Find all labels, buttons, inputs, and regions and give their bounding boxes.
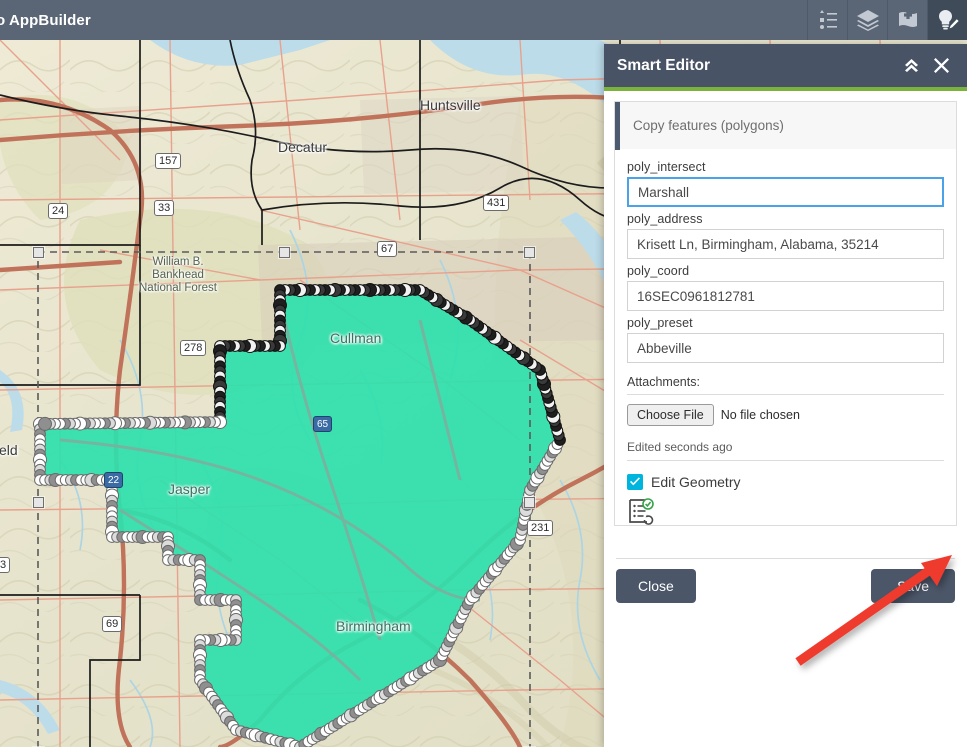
choose-file-button[interactable]: Choose File bbox=[627, 404, 714, 426]
copy-features-item[interactable]: Copy features (polygons) bbox=[614, 101, 957, 150]
close-icon bbox=[933, 58, 949, 73]
edit-geometry-label: Edit Geometry bbox=[651, 474, 741, 490]
attachments-section: Attachments: Choose File No file chosen bbox=[615, 365, 956, 426]
save-button[interactable]: Save bbox=[871, 569, 955, 603]
panel-body: Copy features (polygons) poly_intersect … bbox=[604, 91, 967, 747]
poly-coord-input[interactable] bbox=[627, 281, 944, 311]
selection-handle-nw[interactable] bbox=[33, 247, 44, 258]
top-toolbar: o AppBuilder bbox=[0, 0, 967, 40]
edit-attributes-button[interactable] bbox=[627, 497, 655, 525]
basemap-gallery-icon bbox=[898, 11, 917, 27]
panel-header: Smart Editor bbox=[604, 44, 967, 87]
field-label-poly-coord: poly_coord bbox=[627, 264, 690, 278]
checkmark-icon bbox=[630, 477, 640, 486]
layer-list-button[interactable] bbox=[847, 0, 887, 40]
selection-handle-n[interactable] bbox=[279, 247, 290, 258]
field-label-poly-address: poly_address bbox=[627, 212, 703, 226]
selection-handle-w[interactable] bbox=[33, 497, 44, 508]
layers-icon bbox=[856, 10, 879, 31]
panel-collapse-button[interactable] bbox=[898, 53, 924, 79]
smart-editor-icon bbox=[938, 10, 959, 30]
panel-title: Smart Editor bbox=[617, 56, 711, 74]
no-file-chosen-label: No file chosen bbox=[720, 408, 800, 422]
field-list: poly_intersect poly_address poly_coord p… bbox=[615, 149, 956, 365]
smart-editor-panel: Smart Editor Copy features (polygons) po… bbox=[604, 44, 967, 747]
attachments-title: Attachments: bbox=[627, 375, 944, 395]
poly-intersect-input[interactable] bbox=[627, 177, 944, 207]
app-title: o AppBuilder bbox=[0, 11, 91, 29]
field-label-poly-intersect: poly_intersect bbox=[627, 160, 706, 174]
app-root: Huntsville Decatur Cullman Jasper Birmin… bbox=[0, 0, 967, 747]
poly-address-input[interactable] bbox=[627, 229, 944, 259]
panel-close-button[interactable] bbox=[928, 53, 954, 79]
attribute-form: poly_intersect poly_address poly_coord p… bbox=[614, 149, 957, 526]
poly-preset-input[interactable] bbox=[627, 333, 944, 363]
selection-handle-ne[interactable] bbox=[524, 247, 535, 258]
footer-divider bbox=[616, 558, 955, 559]
panel-footer: Close Save bbox=[604, 558, 967, 603]
selection-handle-e[interactable] bbox=[524, 497, 535, 508]
basemap-gallery-button[interactable] bbox=[887, 0, 927, 40]
smart-editor-button[interactable] bbox=[927, 0, 967, 40]
close-button[interactable]: Close bbox=[616, 569, 696, 603]
legend-icon bbox=[819, 10, 837, 29]
field-label-poly-preset: poly_preset bbox=[627, 316, 693, 330]
edited-timestamp: Edited seconds ago bbox=[627, 440, 944, 461]
edit-attributes-icon bbox=[629, 498, 654, 525]
edit-geometry-checkbox[interactable] bbox=[627, 474, 643, 490]
legend-button[interactable] bbox=[807, 0, 847, 40]
edit-geometry-row[interactable]: Edit Geometry bbox=[627, 474, 944, 490]
file-picker-row: Choose File No file chosen bbox=[627, 404, 944, 426]
copy-features-label: Copy features (polygons) bbox=[633, 118, 784, 133]
chevron-double-up-icon bbox=[904, 59, 918, 72]
